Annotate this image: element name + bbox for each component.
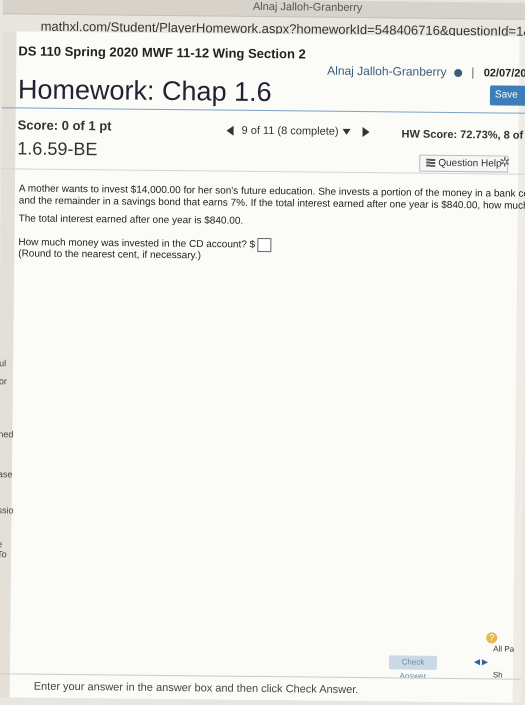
sidebar-label: ned [0, 429, 14, 440]
date-time: 02/07/20 12:39 PM [483, 67, 525, 80]
question-navigator: 9 of 11 (8 complete) [226, 124, 370, 138]
sidebar-label: ssio [0, 505, 14, 516]
user-info: Alnaj Jalloh-Granberry | 02/07/20 12:39 … [327, 64, 525, 81]
pager-next-icon[interactable]: ▶ [481, 657, 489, 666]
help-icon[interactable]: ? [486, 632, 498, 644]
browser-top-bar: Alnaj Jalloh-Granberry [2, 0, 525, 20]
separator: | [471, 65, 475, 80]
bottom-pager: ◀ ▶ [473, 657, 489, 666]
sidebar-label: ase [0, 469, 13, 480]
question-score: Score: 0 of 1 pt [17, 117, 112, 134]
user-icon [453, 68, 462, 77]
answer-input[interactable] [257, 237, 272, 253]
help-list-icon [426, 159, 436, 168]
question-id: 1.6.59-BE [17, 138, 98, 160]
screen: Alnaj Jalloh-Granberry mathxl.com/Studen… [0, 0, 525, 703]
homework-score: HW Score: 72.73%, 8 of 11 pt [401, 128, 525, 142]
question-help-button[interactable]: Question Help [419, 154, 509, 173]
bookmark-star-icon[interactable]: ☆ [503, 23, 515, 37]
corner-label: All Pa [493, 644, 515, 654]
sidebar-label: or [0, 376, 7, 387]
page-title: Homework: Chap 1.6 [17, 74, 272, 108]
user-name[interactable]: Alnaj Jalloh-Granberry [327, 64, 447, 79]
sidebar-label: ul [0, 358, 7, 369]
given-text: The total interest earned after one year… [18, 213, 244, 227]
pager-previous-icon[interactable]: ◀ [473, 657, 481, 666]
rounding-note: (Round to the nearest cent, if necessary… [18, 248, 201, 262]
sidebar-label: e To [0, 539, 7, 560]
check-answer-button[interactable]: Check Answer [388, 655, 438, 681]
save-button[interactable]: Save [489, 85, 525, 106]
course-name: DS 110 Spring 2020 MWF 11-12 Wing Sectio… [18, 43, 306, 62]
question-position: 9 of 11 (8 complete) [241, 124, 339, 138]
homework-score-value: HW Score: 72.73%, 8 of 11 pt [401, 128, 525, 142]
previous-question-icon[interactable] [226, 125, 234, 136]
gear-icon[interactable]: ✲ [499, 154, 510, 170]
question-dropdown-icon[interactable] [342, 128, 351, 136]
browser-user-label: Alnaj Jalloh-Granberry [252, 0, 363, 15]
next-question-icon[interactable] [362, 127, 370, 138]
question-help-label: Question Help [438, 157, 502, 170]
